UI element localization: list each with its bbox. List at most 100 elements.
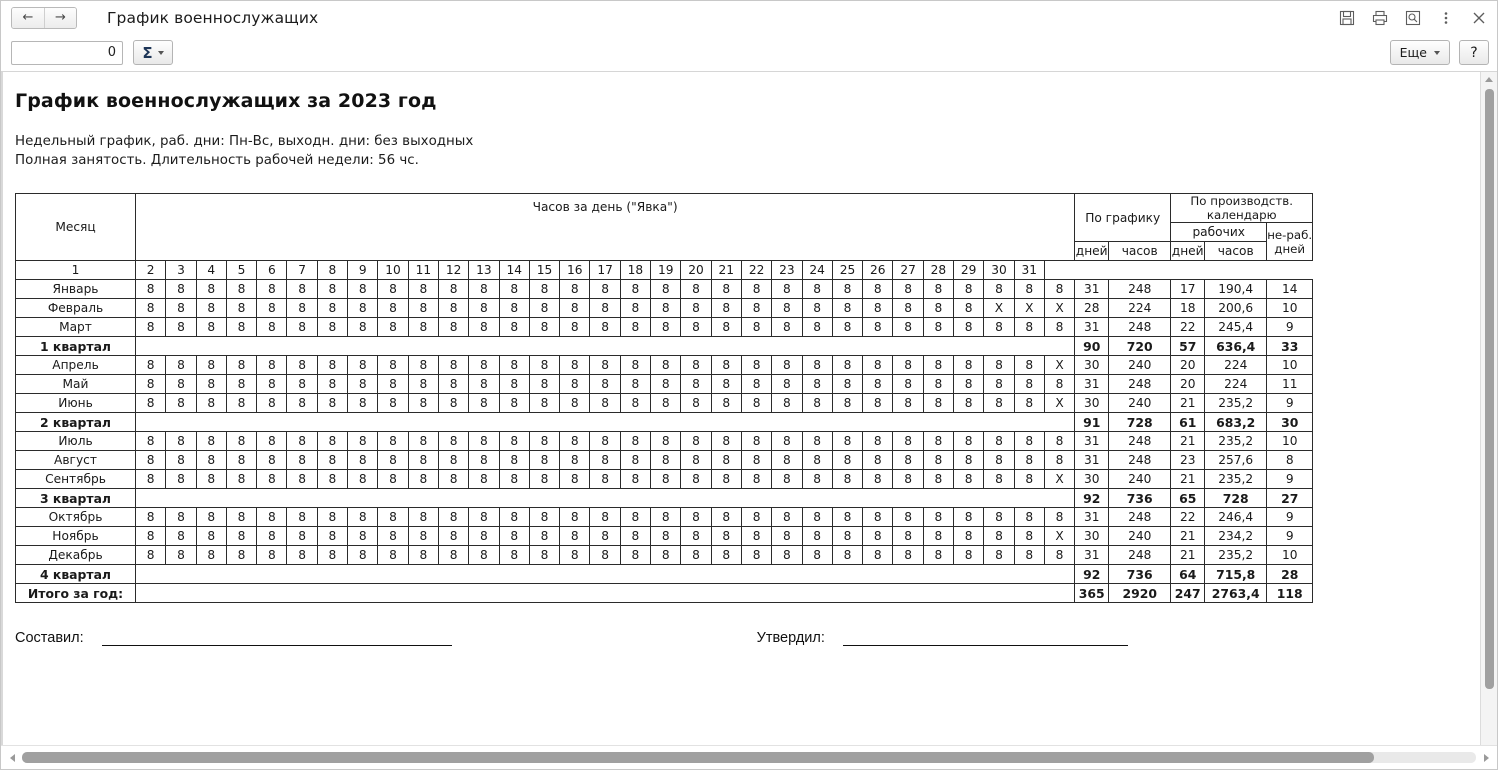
day-cell[interactable]: 8 [831, 298, 864, 318]
day-cell[interactable]: 8 [195, 431, 227, 451]
day-cell[interactable]: 8 [286, 545, 318, 565]
day-cell[interactable]: 8 [407, 450, 439, 470]
day-cell[interactable]: 8 [316, 526, 349, 546]
day-cell[interactable]: 8 [680, 507, 712, 527]
day-cell[interactable]: 8 [650, 545, 682, 565]
day-cell[interactable]: 8 [165, 469, 197, 489]
day-cell[interactable]: 8 [710, 279, 742, 299]
day-cell[interactable]: 8 [437, 298, 470, 318]
day-cell[interactable]: X [1043, 298, 1076, 318]
day-cell[interactable]: 8 [559, 469, 591, 489]
day-cell[interactable]: 8 [983, 317, 1015, 337]
day-cell[interactable]: 8 [286, 431, 318, 451]
scroll-left-button[interactable] [5, 750, 19, 766]
day-cell[interactable]: 8 [407, 317, 439, 337]
day-cell[interactable]: 8 [922, 355, 955, 375]
day-cell[interactable]: 8 [862, 431, 894, 451]
day-cell[interactable]: 8 [801, 298, 833, 318]
day-cell[interactable]: 8 [650, 298, 682, 318]
day-cell[interactable]: 8 [377, 393, 409, 413]
day-cell[interactable]: 8 [468, 298, 500, 318]
day-cell[interactable]: 8 [407, 526, 439, 546]
back-button[interactable]: ← [12, 7, 44, 28]
day-cell[interactable]: 8 [650, 317, 682, 337]
day-cell[interactable]: 8 [892, 298, 924, 318]
day-cell[interactable]: 8 [225, 317, 258, 337]
day-cell[interactable]: 8 [650, 431, 682, 451]
day-cell[interactable]: 8 [377, 507, 409, 527]
day-cell[interactable]: 8 [256, 317, 288, 337]
day-cell[interactable]: 8 [286, 317, 318, 337]
day-cell[interactable]: 8 [771, 374, 803, 394]
day-cell[interactable]: 8 [619, 431, 652, 451]
day-cell[interactable]: 8 [468, 355, 500, 375]
day-cell[interactable]: 8 [862, 298, 894, 318]
day-cell[interactable]: 8 [528, 393, 561, 413]
day-cell[interactable]: 8 [225, 431, 258, 451]
day-cell[interactable]: 8 [195, 317, 227, 337]
day-cell[interactable]: 8 [589, 469, 621, 489]
day-cell[interactable]: 8 [650, 450, 682, 470]
day-cell[interactable]: 8 [559, 393, 591, 413]
day-cell[interactable]: 8 [377, 298, 409, 318]
day-cell[interactable]: 8 [437, 355, 470, 375]
day-cell[interactable]: 8 [528, 317, 561, 337]
day-cell[interactable]: 8 [468, 279, 500, 299]
day-cell[interactable]: 8 [831, 526, 864, 546]
day-cell[interactable]: 8 [710, 469, 742, 489]
day-cell[interactable]: 8 [922, 374, 955, 394]
day-cell[interactable]: 8 [347, 279, 379, 299]
day-cell[interactable]: 8 [498, 507, 530, 527]
day-cell[interactable]: 8 [650, 279, 682, 299]
day-cell[interactable]: 8 [589, 507, 621, 527]
day-cell[interactable]: 8 [377, 355, 409, 375]
day-cell[interactable]: 8 [801, 355, 833, 375]
day-cell[interactable]: 8 [559, 317, 591, 337]
day-cell[interactable]: 8 [468, 469, 500, 489]
day-cell[interactable]: 8 [437, 279, 470, 299]
day-cell[interactable]: 8 [862, 526, 894, 546]
day-cell[interactable]: 8 [377, 450, 409, 470]
day-cell[interactable]: 8 [983, 355, 1015, 375]
day-cell[interactable]: 8 [559, 450, 591, 470]
day-cell[interactable]: 8 [953, 317, 985, 337]
day-cell[interactable]: 8 [377, 431, 409, 451]
day-cell[interactable]: 8 [983, 507, 1015, 527]
day-cell[interactable]: 8 [559, 545, 591, 565]
day-cell[interactable]: 8 [953, 298, 985, 318]
day-cell[interactable]: 8 [983, 526, 1015, 546]
approver-signature-line[interactable] [842, 633, 1128, 646]
day-cell[interactable]: 8 [286, 450, 318, 470]
day-cell[interactable]: 8 [528, 507, 561, 527]
day-cell[interactable]: 8 [559, 431, 591, 451]
day-cell[interactable]: 8 [710, 317, 742, 337]
day-cell[interactable]: 8 [892, 279, 924, 299]
day-cell[interactable]: 8 [801, 526, 833, 546]
day-cell[interactable]: 8 [740, 393, 773, 413]
day-cell[interactable]: 8 [134, 469, 167, 489]
day-cell[interactable]: 8 [740, 450, 773, 470]
day-cell[interactable]: 8 [134, 431, 167, 451]
day-cell[interactable]: 8 [347, 431, 379, 451]
day-cell[interactable]: 8 [589, 374, 621, 394]
day-cell[interactable]: 8 [195, 298, 227, 318]
day-cell[interactable]: 8 [862, 355, 894, 375]
day-cell[interactable]: 8 [407, 355, 439, 375]
day-cell[interactable]: 8 [528, 545, 561, 565]
day-cell[interactable]: 8 [922, 450, 955, 470]
day-cell[interactable]: 8 [256, 279, 288, 299]
day-cell[interactable]: 8 [256, 374, 288, 394]
day-cell[interactable]: 8 [407, 431, 439, 451]
day-cell[interactable]: 8 [528, 298, 561, 318]
day-cell[interactable]: 8 [498, 355, 530, 375]
day-cell[interactable]: 8 [983, 374, 1015, 394]
day-cell[interactable]: 8 [256, 469, 288, 489]
day-cell[interactable]: 8 [771, 431, 803, 451]
day-cell[interactable]: 8 [528, 374, 561, 394]
day-cell[interactable]: 8 [347, 507, 379, 527]
day-cell[interactable]: 8 [831, 393, 864, 413]
day-cell[interactable]: X [1043, 469, 1076, 489]
day-cell[interactable]: 8 [771, 469, 803, 489]
day-cell[interactable]: 8 [862, 507, 894, 527]
day-cell[interactable]: 8 [589, 450, 621, 470]
